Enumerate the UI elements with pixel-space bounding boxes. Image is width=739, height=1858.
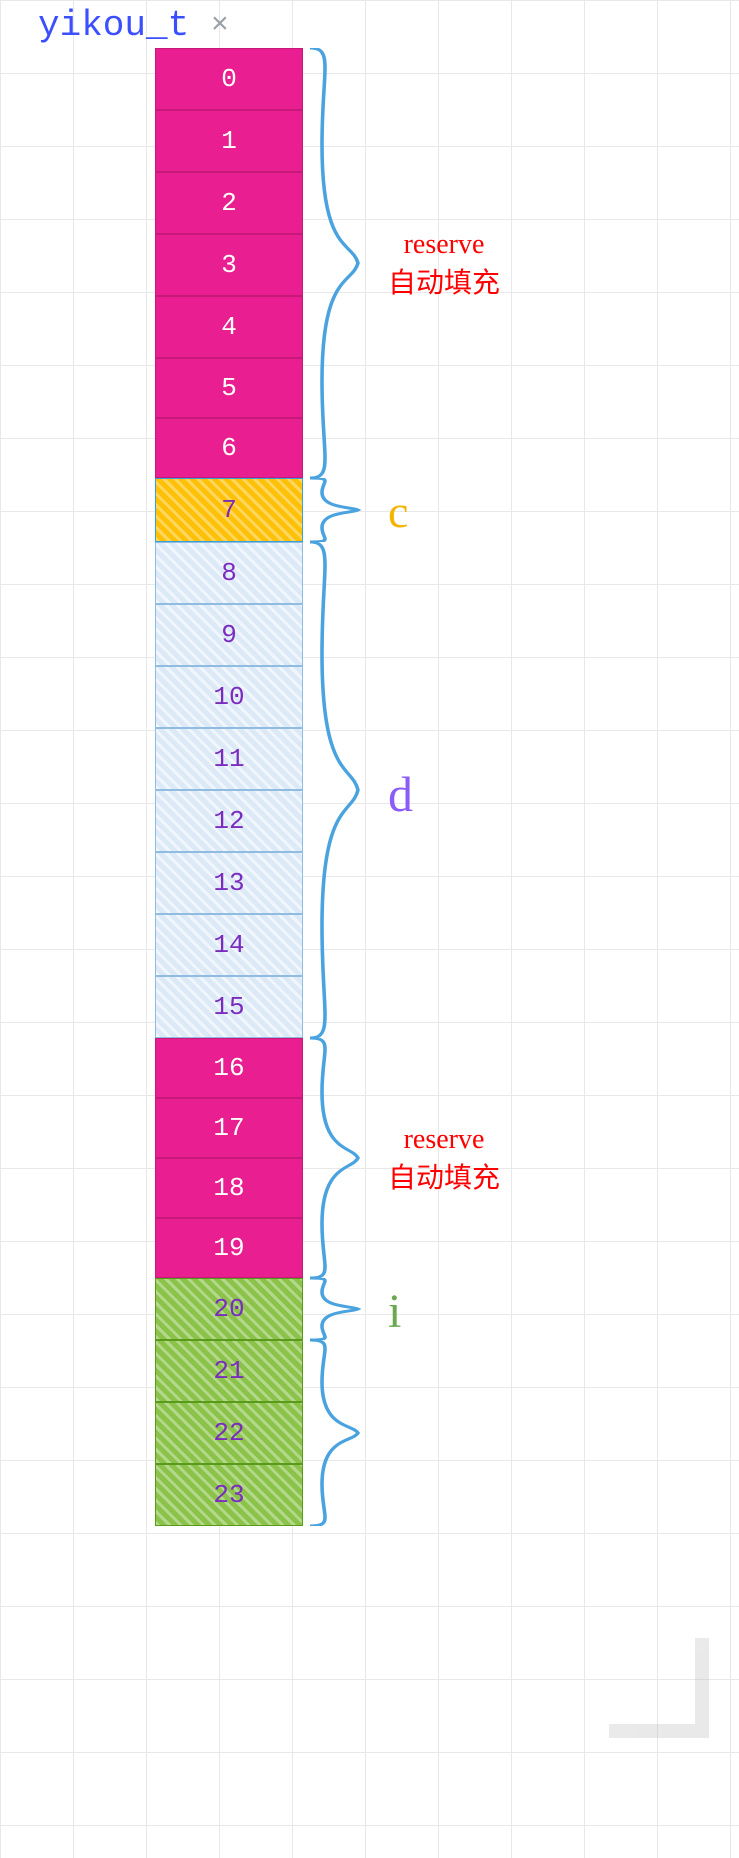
byte-cell-8: 8 xyxy=(155,542,303,604)
close-icon: × xyxy=(211,9,229,43)
brace-g4 xyxy=(310,1278,370,1340)
byte-cell-5: 5 xyxy=(155,358,303,418)
byte-cell-20: 20 xyxy=(155,1278,303,1340)
label-g3: reserve自动填充 xyxy=(388,1124,500,1196)
byte-cell-12: 12 xyxy=(155,790,303,852)
brace-g2 xyxy=(310,542,370,1038)
struct-title: yikou_t × xyxy=(38,5,229,46)
label-g1: c xyxy=(388,485,408,538)
label-g0: reserve自动填充 xyxy=(388,229,500,301)
brace-g0 xyxy=(310,48,370,478)
byte-cell-3: 3 xyxy=(155,234,303,296)
byte-cell-11: 11 xyxy=(155,728,303,790)
byte-cell-0: 0 xyxy=(155,48,303,110)
byte-cell-4: 4 xyxy=(155,296,303,358)
byte-cell-18: 18 xyxy=(155,1158,303,1218)
byte-cell-22: 22 xyxy=(155,1402,303,1464)
brace-g5 xyxy=(310,1340,370,1526)
byte-cell-1: 1 xyxy=(155,110,303,172)
label-g2: d xyxy=(388,765,413,823)
byte-cell-2: 2 xyxy=(155,172,303,234)
byte-cell-10: 10 xyxy=(155,666,303,728)
byte-stack: 01234567891011121314151617181920212223 xyxy=(155,48,303,1526)
brace-g3 xyxy=(310,1038,370,1278)
byte-cell-19: 19 xyxy=(155,1218,303,1278)
byte-cell-21: 21 xyxy=(155,1340,303,1402)
brace-g1 xyxy=(310,478,370,542)
byte-cell-9: 9 xyxy=(155,604,303,666)
byte-cell-23: 23 xyxy=(155,1464,303,1526)
byte-cell-6: 6 xyxy=(155,418,303,478)
byte-cell-17: 17 xyxy=(155,1098,303,1158)
struct-name: yikou_t xyxy=(38,5,189,46)
byte-cell-7: 7 xyxy=(155,478,303,542)
watermark xyxy=(609,1638,709,1738)
label-g4: i xyxy=(388,1284,401,1339)
byte-cell-15: 15 xyxy=(155,976,303,1038)
byte-cell-13: 13 xyxy=(155,852,303,914)
byte-cell-14: 14 xyxy=(155,914,303,976)
byte-cell-16: 16 xyxy=(155,1038,303,1098)
